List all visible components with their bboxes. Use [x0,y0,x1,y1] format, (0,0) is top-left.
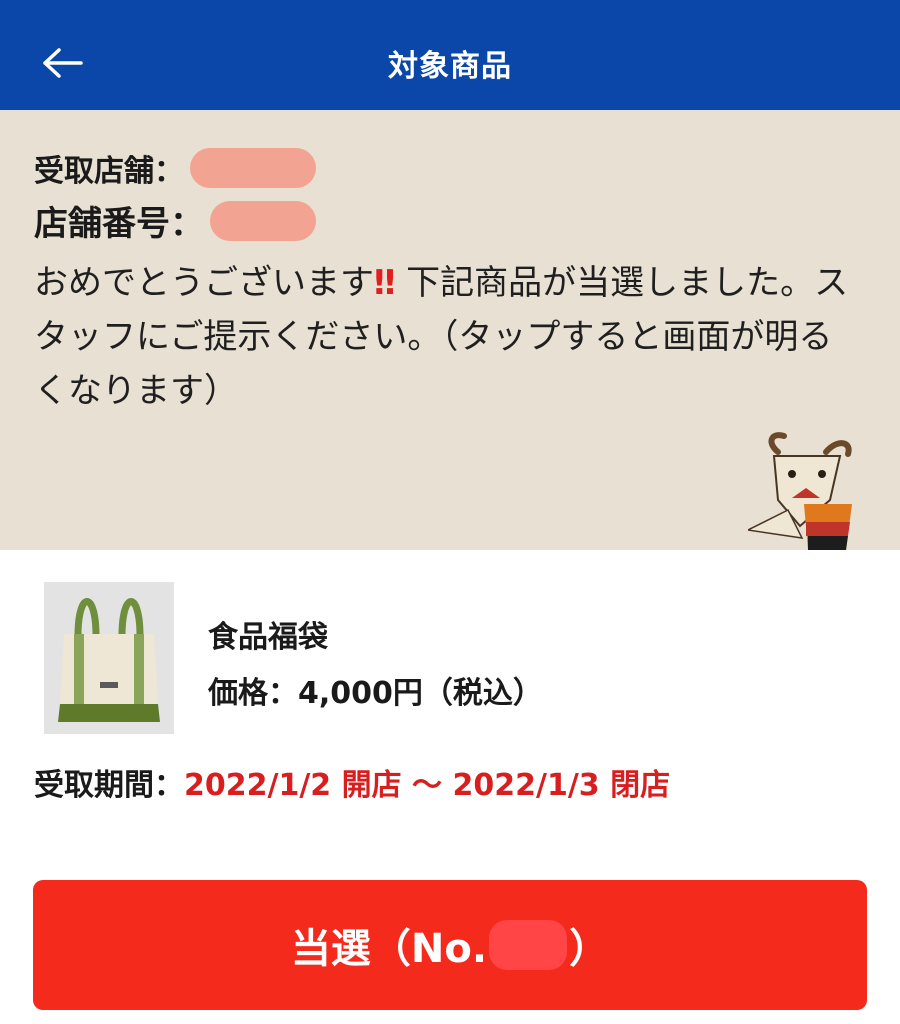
win-label-prefix: 当選（No. [290,926,488,972]
store-number-label: 店舗番号： [34,204,204,244]
store-number-line: 店舗番号： [34,196,316,245]
win-label-suffix: ） [569,926,610,972]
notice-panel[interactable]: 受取店舗： 店舗番号： おめでとうございます‼ 下記商品が当選しました。スタッフ… [0,110,900,550]
store-label: 受取店舗： [34,154,184,189]
message-text: おめでとうございます [34,263,374,303]
congrats-message: おめでとうございます‼ 下記商品が当選しました。スタッフにご提示ください。（タッ… [34,256,854,418]
header-bar: 対象商品 [0,0,900,110]
period-label: 受取期間： [34,768,184,803]
period-value: 2022/1/2 開店 〜 2022/1/3 閉店 [184,768,671,803]
product-name: 食品福袋 [208,620,328,655]
product-image [44,582,174,734]
product-price: 価格：4,000円（税込） [208,676,543,711]
redacted-store-number [210,200,316,241]
page-title: 対象商品 [388,49,512,84]
redacted-ticket-number [489,920,568,970]
goat-mascot-icon [748,432,852,550]
pickup-period: 受取期間： 2022/1/2 開店 〜 2022/1/3 閉店 [34,760,670,804]
tote-bag-image [44,582,174,734]
winning-ticket-button[interactable]: 当選（No. ） [33,880,867,1010]
double-exclamation-icon: ‼ [374,263,396,303]
redacted-store-name [190,148,316,188]
store-line: 受取店舗： [34,146,316,190]
product-section: 食品福袋 価格：4,000円（税込） 受取期間： 2022/1/2 開店 〜 2… [0,550,900,850]
